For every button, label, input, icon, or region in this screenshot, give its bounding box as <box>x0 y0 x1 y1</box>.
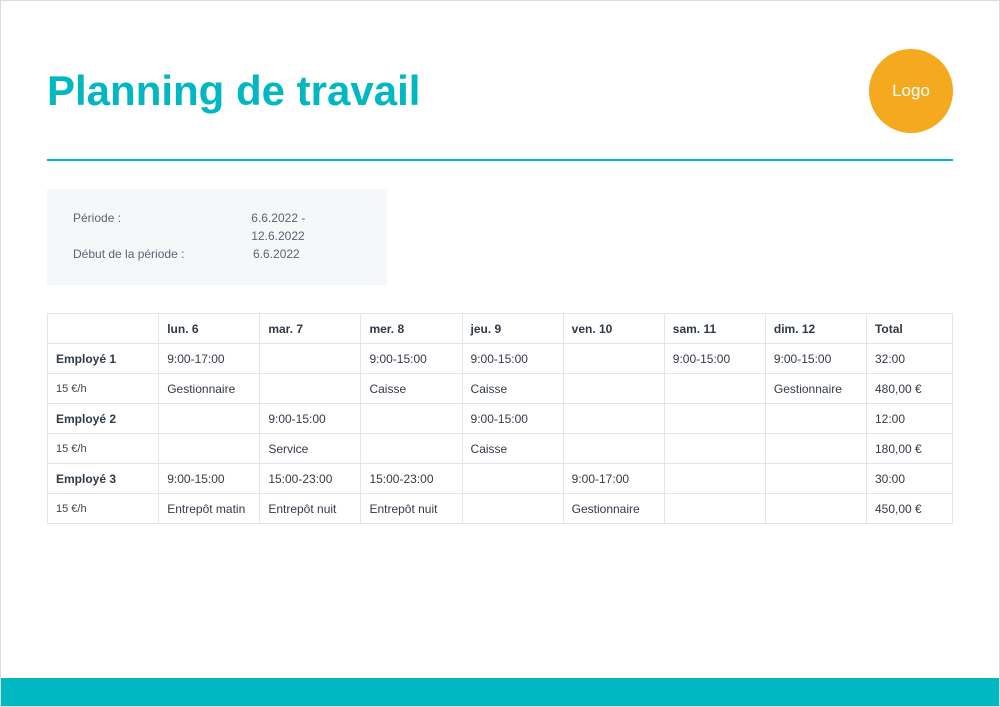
cell <box>361 434 462 464</box>
cell: Gestionnaire <box>159 374 260 404</box>
cell-total: 32:00 <box>866 344 952 374</box>
cell: Entrepôt nuit <box>361 494 462 524</box>
logo-badge: Logo <box>869 49 953 133</box>
employee-name: Employé 3 <box>48 464 159 494</box>
cell: Gestionnaire <box>563 494 664 524</box>
cell: Entrepôt nuit <box>260 494 361 524</box>
meta-value-start: 6.6.2022 <box>253 245 300 263</box>
cell: 15:00-23:00 <box>361 464 462 494</box>
employee-rate: 15 €/h <box>48 434 159 464</box>
col-header: ven. 10 <box>563 314 664 344</box>
meta-box: Période : 6.6.2022 - 12.6.2022 Début de … <box>47 189 387 285</box>
table-row: 15 €/h Gestionnaire Caisse Caisse Gestio… <box>48 374 953 404</box>
cell <box>664 434 765 464</box>
cell-total: 450,00 € <box>866 494 952 524</box>
cell: Entrepôt matin <box>159 494 260 524</box>
cell: 9:00-15:00 <box>664 344 765 374</box>
meta-label-period: Période : <box>73 209 251 245</box>
employee-rate: 15 €/h <box>48 494 159 524</box>
cell <box>664 464 765 494</box>
table-header-row: lun. 6 mar. 7 mer. 8 jeu. 9 ven. 10 sam.… <box>48 314 953 344</box>
cell: Gestionnaire <box>765 374 866 404</box>
meta-value-period: 6.6.2022 - 12.6.2022 <box>251 209 361 245</box>
col-header <box>48 314 159 344</box>
table-row: Employé 3 9:00-15:00 15:00-23:00 15:00-2… <box>48 464 953 494</box>
employee-rate: 15 €/h <box>48 374 159 404</box>
col-header: mar. 7 <box>260 314 361 344</box>
cell: 9:00-17:00 <box>159 344 260 374</box>
cell: 9:00-15:00 <box>361 344 462 374</box>
cell <box>361 404 462 434</box>
divider <box>47 159 953 161</box>
employee-name: Employé 1 <box>48 344 159 374</box>
cell-total: 30:00 <box>866 464 952 494</box>
cell-total: 12:00 <box>866 404 952 434</box>
cell: Caisse <box>462 434 563 464</box>
cell: Service <box>260 434 361 464</box>
footer-bar <box>1 678 999 706</box>
cell: Caisse <box>462 374 563 404</box>
header: Planning de travail Logo <box>1 1 999 133</box>
cell: 9:00-15:00 <box>765 344 866 374</box>
cell-total: 180,00 € <box>866 434 952 464</box>
logo-text: Logo <box>892 81 930 101</box>
col-header: jeu. 9 <box>462 314 563 344</box>
cell: Caisse <box>361 374 462 404</box>
page-title: Planning de travail <box>47 67 420 115</box>
cell <box>462 464 563 494</box>
cell-total: 480,00 € <box>866 374 952 404</box>
col-header: mer. 8 <box>361 314 462 344</box>
table-row: 15 €/h Service Caisse 180,00 € <box>48 434 953 464</box>
meta-row-start: Début de la période : 6.6.2022 <box>73 245 361 263</box>
page: Planning de travail Logo Période : 6.6.2… <box>0 0 1000 707</box>
cell: 9:00-15:00 <box>462 344 563 374</box>
cell: 9:00-15:00 <box>462 404 563 434</box>
schedule-table: lun. 6 mar. 7 mer. 8 jeu. 9 ven. 10 sam.… <box>47 313 953 524</box>
col-header: Total <box>866 314 952 344</box>
table-row: 15 €/h Entrepôt matin Entrepôt nuit Entr… <box>48 494 953 524</box>
col-header: sam. 11 <box>664 314 765 344</box>
cell <box>664 404 765 434</box>
cell <box>765 434 866 464</box>
cell <box>462 494 563 524</box>
table-row: Employé 1 9:00-17:00 9:00-15:00 9:00-15:… <box>48 344 953 374</box>
cell: 9:00-15:00 <box>159 464 260 494</box>
col-header: lun. 6 <box>159 314 260 344</box>
cell <box>563 404 664 434</box>
cell <box>765 494 866 524</box>
cell <box>260 374 361 404</box>
cell <box>765 464 866 494</box>
cell <box>159 404 260 434</box>
cell: 15:00-23:00 <box>260 464 361 494</box>
cell <box>563 344 664 374</box>
col-header: dim. 12 <box>765 314 866 344</box>
cell <box>664 374 765 404</box>
cell <box>563 434 664 464</box>
cell: 9:00-17:00 <box>563 464 664 494</box>
cell <box>159 434 260 464</box>
cell: 9:00-15:00 <box>260 404 361 434</box>
schedule-table-wrap: lun. 6 mar. 7 mer. 8 jeu. 9 ven. 10 sam.… <box>47 313 953 524</box>
employee-name: Employé 2 <box>48 404 159 434</box>
cell <box>664 494 765 524</box>
cell <box>260 344 361 374</box>
cell <box>563 374 664 404</box>
meta-label-start: Début de la période : <box>73 245 253 263</box>
table-body: Employé 1 9:00-17:00 9:00-15:00 9:00-15:… <box>48 344 953 524</box>
table-row: Employé 2 9:00-15:00 9:00-15:00 12:00 <box>48 404 953 434</box>
meta-row-period: Période : 6.6.2022 - 12.6.2022 <box>73 209 361 245</box>
cell <box>765 404 866 434</box>
